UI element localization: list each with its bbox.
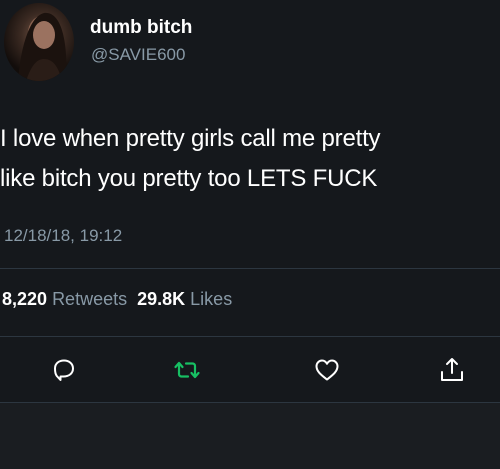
tweet-actions-bar [0, 350, 500, 390]
divider [0, 336, 500, 337]
avatar-image [18, 12, 67, 81]
reply-button[interactable] [48, 354, 80, 386]
avatar[interactable] [4, 3, 74, 81]
retweets-count: 8,220 [2, 289, 48, 309]
engagement-stats: 8,220 Retweets 29.8K Likes [2, 289, 232, 310]
tweet-card: dumb bitch @SAVIE600 I love when pretty … [0, 0, 500, 469]
retweet-icon [174, 361, 200, 379]
tweet-text: I love when pretty girls call me pretty … [0, 119, 498, 199]
likes-stat[interactable]: 29.8K Likes [137, 289, 232, 309]
user-handle[interactable]: @SAVIE600 [91, 45, 185, 65]
retweets-label: Retweets [52, 289, 128, 309]
like-button[interactable] [311, 354, 343, 386]
divider [0, 268, 500, 269]
tweet-timestamp[interactable]: 12/18/18, 19:12 [4, 226, 122, 246]
reply-icon [54, 359, 74, 381]
heart-icon [315, 359, 339, 381]
retweets-stat[interactable]: 8,220 Retweets [2, 289, 127, 309]
retweet-button[interactable] [171, 354, 203, 386]
tweet-text-line: like bitch you pretty too LETS FUCK [0, 165, 378, 192]
likes-count: 29.8K [137, 289, 186, 309]
bottom-area [0, 403, 500, 469]
share-button[interactable] [436, 354, 468, 386]
likes-label: Likes [190, 289, 233, 309]
share-icon [441, 358, 463, 381]
tweet-text-line: I love when pretty girls call me pretty [0, 125, 381, 152]
display-name[interactable]: dumb bitch [90, 17, 192, 39]
